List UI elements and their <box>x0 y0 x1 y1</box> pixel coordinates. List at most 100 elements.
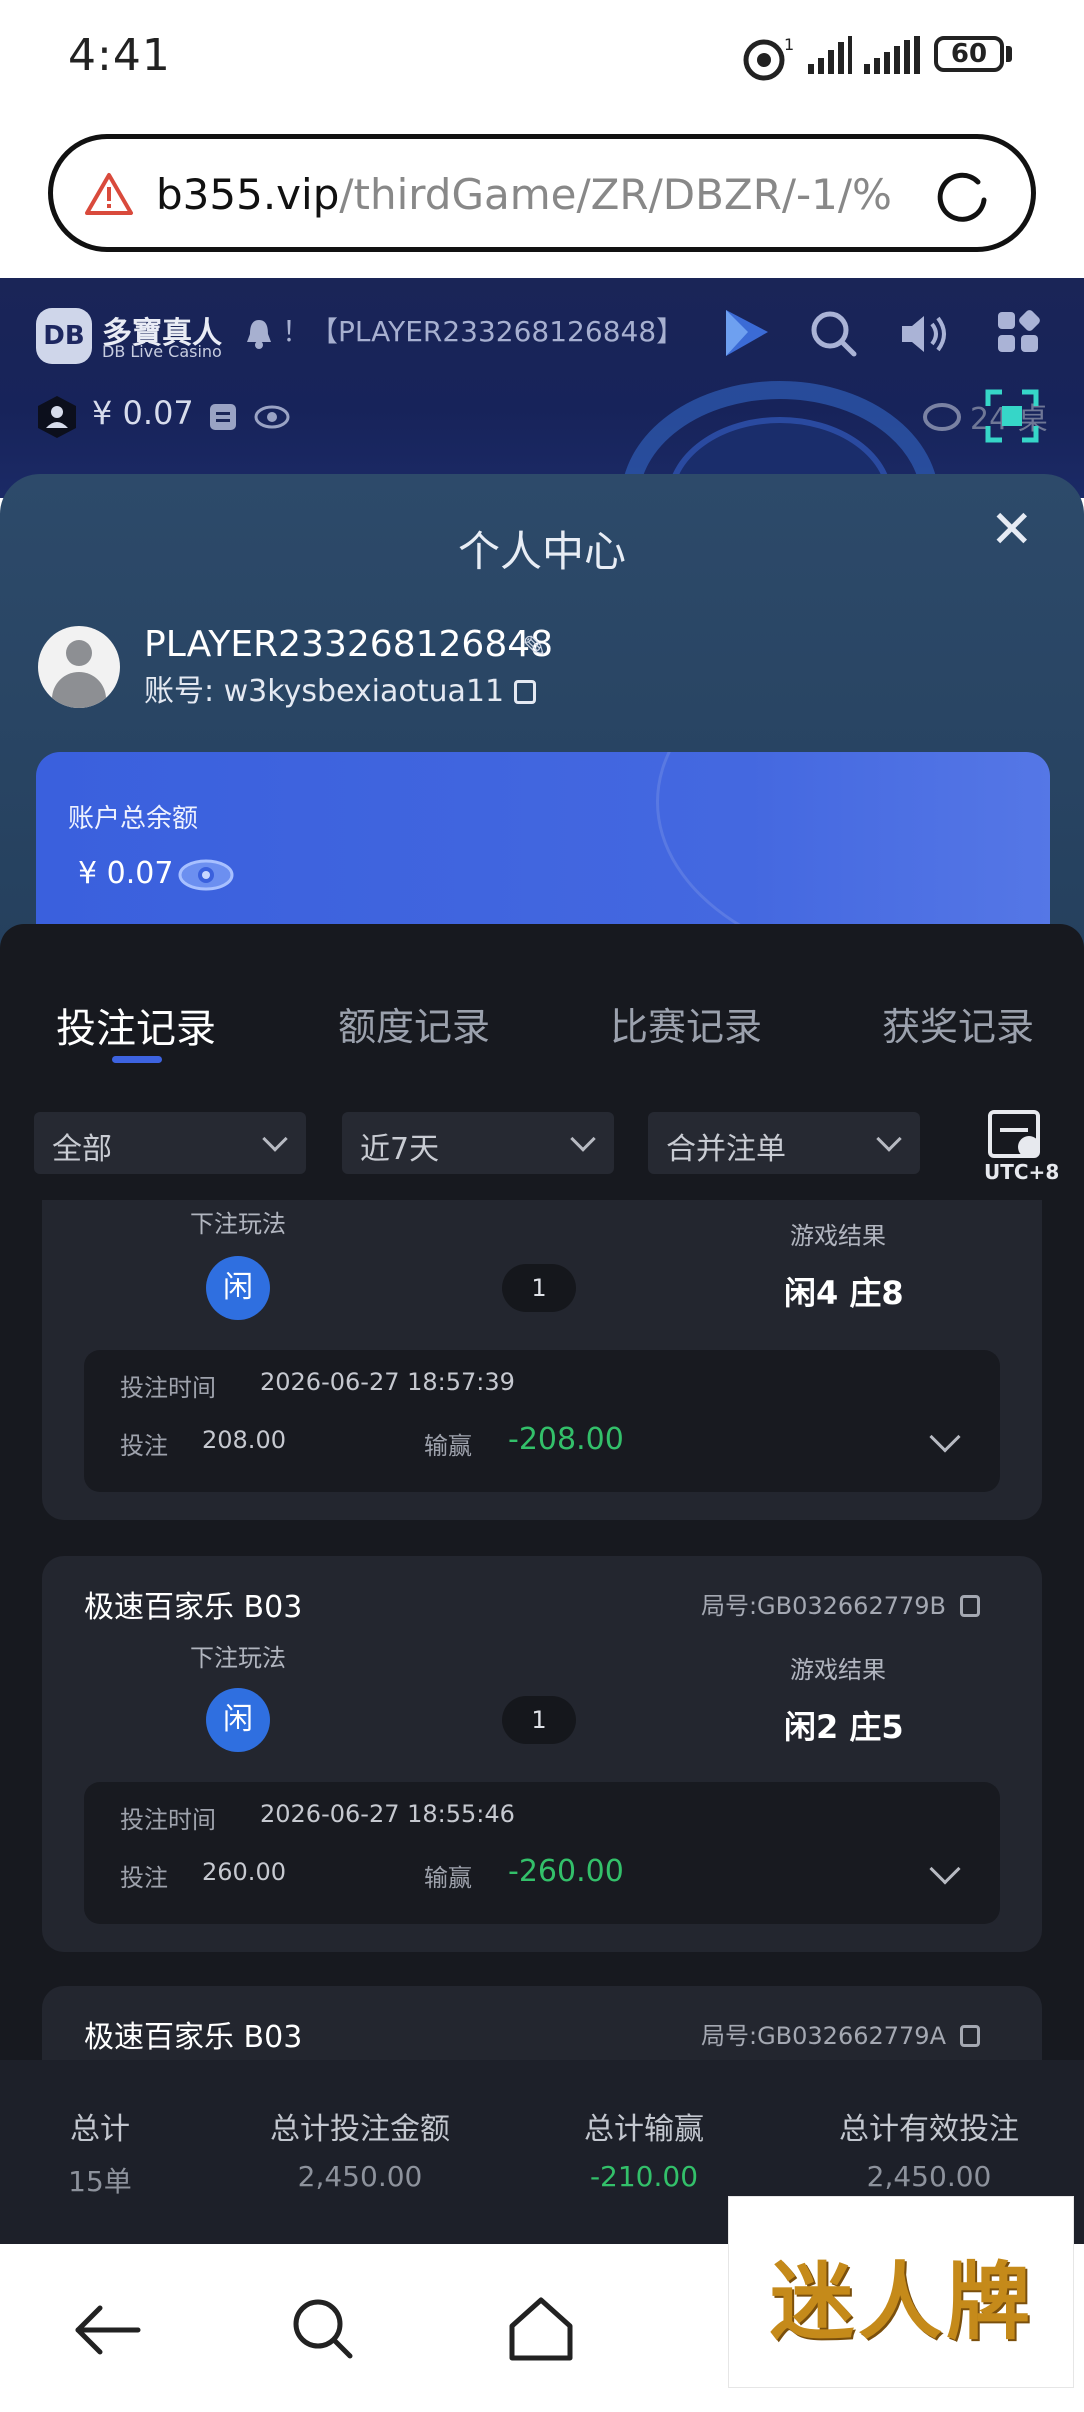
record-detail[interactable]: 投注时间 2026-06-27 18:57:39 投注 208.00 输赢 -2… <box>84 1350 1000 1492</box>
record-card: 下注玩法 游戏结果 闲 1 闲4 庄8 投注时间 2026-06-27 18:5… <box>42 1200 1042 1520</box>
url-text[interactable]: b355.vip/thirdGame/ZR/DBZR/-1/%E5% <box>156 170 896 220</box>
volume-icon[interactable] <box>898 310 952 358</box>
game-result: 闲4 庄8 <box>784 1274 904 1312</box>
calendar-clock-icon[interactable] <box>988 1110 1040 1158</box>
win-label: 输赢 <box>424 1432 472 1460</box>
total-win: -210.00 <box>589 2160 699 2193</box>
filter-range-value: 近7天 <box>360 1132 440 1167</box>
total-count-label: 总计 <box>70 2112 130 2147</box>
menu-grid-icon[interactable] <box>996 310 1040 354</box>
scan-icon[interactable] <box>984 388 1040 444</box>
avatar-body <box>52 672 106 708</box>
clock-dot <box>1018 1136 1040 1158</box>
warning-icon[interactable] <box>84 172 134 216</box>
record-card: 极速百家乐 B03 局号:GB032662779B 下注玩法 游戏结果 闲 1 … <box>42 1556 1042 1952</box>
chevron-down-icon <box>262 1126 288 1152</box>
total-count: 15单 <box>68 2165 132 2198</box>
bet-play-label: 下注玩法 <box>190 1644 286 1672</box>
total-bet: 2,450.00 <box>297 2160 423 2193</box>
copy-icon[interactable] <box>514 680 537 704</box>
bet-label: 投注 <box>120 1432 168 1460</box>
bet-play-badge: 闲 <box>206 1256 270 1320</box>
bet-time: 2026-06-27 18:57:39 <box>260 1368 515 1396</box>
win-label: 输赢 <box>424 1864 472 1892</box>
bet-play-badge: 闲 <box>206 1688 270 1752</box>
win-amount: -260.00 <box>508 1854 624 1889</box>
filter-merge-value: 合并注单 <box>666 1132 786 1167</box>
total-valid-label: 总计有效投注 <box>839 2112 1019 2147</box>
casino-logo-icon[interactable] <box>712 302 778 362</box>
tab-match-records[interactable]: 比赛记录 <box>610 996 762 1051</box>
chevron-down-icon <box>570 1126 596 1152</box>
account-id-text: 账号: w3kysbexiaotua11 <box>144 674 505 709</box>
tab-active-indicator <box>112 1056 162 1063</box>
battery-indicator: 60 <box>934 36 1004 72</box>
round-number: 局号:GB032662779A <box>701 2016 980 2051</box>
total-win-label: 总计输赢 <box>584 2112 704 2147</box>
search-icon[interactable] <box>290 2296 356 2362</box>
tab-prize-records[interactable]: 获奖记录 <box>882 996 1034 1051</box>
header-balance: ¥ 0.07 <box>92 394 194 432</box>
signal-icon <box>808 36 852 74</box>
wallet-icon[interactable] <box>208 402 238 432</box>
logo-mark: DB <box>36 308 92 364</box>
card-decoration <box>656 752 1050 952</box>
tab-credit-records[interactable]: 额度记录 <box>338 996 490 1051</box>
eye-toggle-icon[interactable] <box>254 404 290 430</box>
record-detail[interactable]: 投注时间 2026-06-27 18:55:46 投注 260.00 输赢 -2… <box>84 1782 1000 1924</box>
watermark-text: 迷人牌 <box>769 2252 1034 2351</box>
marquee-text: ！【PLAYER233268126848】 <box>282 315 685 348</box>
round-number-text: 局号:GB032662779A <box>701 2022 946 2050</box>
reload-icon[interactable] <box>932 164 992 224</box>
account-id: 账号: w3kysbexiaotua11 <box>144 666 537 710</box>
hotspot-icon: 1 <box>743 35 794 81</box>
home-icon[interactable] <box>506 2294 576 2364</box>
bell-icon <box>247 320 271 349</box>
copy-icon[interactable] <box>960 1595 980 1617</box>
url-host: b355.vip <box>156 170 340 219</box>
search-icon[interactable] <box>808 308 860 360</box>
round-count: 1 <box>502 1696 576 1744</box>
record-card: 极速百家乐 B03 局号:GB032662779A <box>42 1986 1042 2060</box>
balance-label: 账户总余额 <box>68 804 199 834</box>
tab-bet-records[interactable]: 投注记录 <box>56 996 216 1054</box>
result-label: 游戏结果 <box>790 1656 886 1684</box>
round-count: 1 <box>502 1264 576 1312</box>
total-valid: 2,450.00 <box>866 2160 992 2193</box>
game-title: 极速百家乐 B03 <box>84 1590 303 1625</box>
result-label: 游戏结果 <box>790 1222 886 1250</box>
round-number: 局号:GB032662779B <box>701 1586 980 1621</box>
close-icon[interactable]: ✕ <box>990 500 1034 560</box>
watermark-stamp: 迷人牌 <box>728 2196 1074 2388</box>
records-list: 下注玩法 游戏结果 闲 1 闲4 庄8 投注时间 2026-06-27 18:5… <box>0 1200 1084 2060</box>
signal-2-icon <box>864 36 920 74</box>
status-time: 4:41 <box>68 30 171 81</box>
bet-play-label: 下注玩法 <box>190 1210 286 1238</box>
back-icon[interactable] <box>72 2300 144 2360</box>
total-bet-label: 总计投注金额 <box>270 2112 450 2147</box>
url-path: /thirdGame/ZR/DBZR/-1/%E5% <box>339 170 896 219</box>
filter-range-select[interactable]: 近7天 <box>342 1112 614 1174</box>
calendar-line <box>1000 1128 1028 1132</box>
copy-icon[interactable] <box>960 2025 980 2047</box>
edit-icon[interactable]: ✎ <box>522 630 547 665</box>
time-label: 投注时间 <box>120 1374 216 1402</box>
win-amount: -208.00 <box>508 1422 624 1457</box>
chevron-down-icon[interactable] <box>929 1421 961 1453</box>
filter-type-value: 全部 <box>52 1132 112 1167</box>
balance-eye-icon[interactable] <box>178 858 234 892</box>
filter-type-select[interactable]: 全部 <box>34 1112 306 1174</box>
user-badge-icon <box>38 396 76 438</box>
timezone-label: UTC+8 <box>984 1160 1060 1184</box>
chevron-down-icon[interactable] <box>929 1853 961 1885</box>
battery-tip <box>1006 46 1012 62</box>
chevron-down-icon <box>876 1126 902 1152</box>
logo-subtitle: DB Live Casino <box>102 342 222 361</box>
game-result: 闲2 庄5 <box>784 1708 904 1746</box>
avatar[interactable] <box>38 626 120 708</box>
username: PLAYER233268126848 <box>144 624 554 665</box>
bet-label: 投注 <box>120 1864 168 1892</box>
filter-merge-select[interactable]: 合并注单 <box>648 1112 920 1174</box>
time-label: 投注时间 <box>120 1806 216 1834</box>
bet-amount: 208.00 <box>202 1426 286 1454</box>
